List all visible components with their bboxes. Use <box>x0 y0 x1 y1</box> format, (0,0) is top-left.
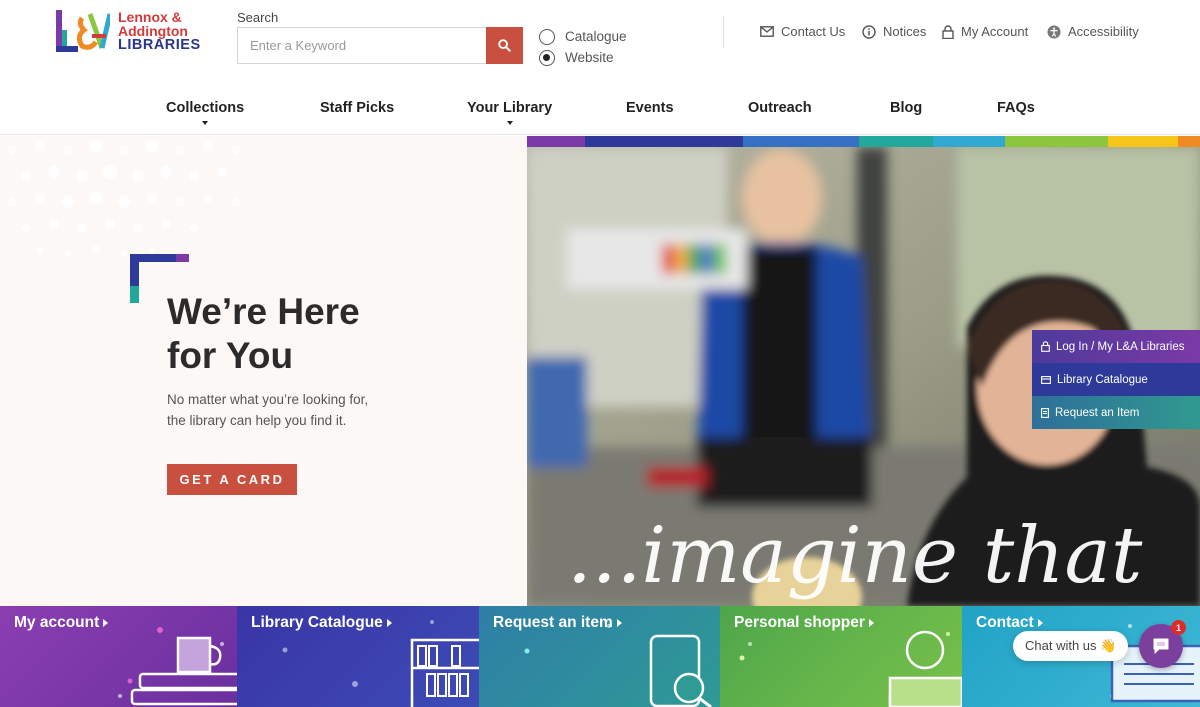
nav-faqs[interactable]: FAQs <box>997 100 1035 116</box>
hero-title: We’re Here for You <box>167 290 487 378</box>
arrow-right-icon <box>868 618 874 627</box>
site-logo[interactable]: Lennox & Addington LIBRARIES <box>56 10 201 53</box>
logo-wordmark: Lennox & Addington LIBRARIES <box>118 10 201 53</box>
nav-outreach[interactable]: Outreach <box>748 100 812 116</box>
dot-pattern-decoration <box>8 140 240 257</box>
nav-label: Staff Picks <box>320 100 395 116</box>
la-logo-mark-icon <box>56 10 110 53</box>
contact-us-link[interactable]: Contact Us <box>760 24 845 39</box>
tile-label: Request an item <box>493 614 622 632</box>
search-button[interactable] <box>486 27 523 64</box>
nav-label: FAQs <box>997 100 1035 116</box>
scope-option-website[interactable]: Website <box>539 47 627 68</box>
nav-your-library[interactable]: Your Library <box>467 100 553 125</box>
chat-unread-badge: 1 <box>1171 620 1186 635</box>
mail-icon <box>760 26 774 37</box>
logo-line-2: Addington <box>118 23 188 39</box>
lock-icon <box>1041 341 1050 352</box>
header-divider <box>723 16 724 48</box>
tile-label-text: Request an item <box>493 614 613 631</box>
nav-label: Outreach <box>748 100 812 116</box>
logo-line-1: Lennox & <box>118 9 182 25</box>
tile-label: Personal shopper <box>734 614 874 632</box>
nav-staff-picks[interactable]: Staff Picks <box>320 100 394 116</box>
brand-color-strip <box>527 136 1200 147</box>
side-item-login[interactable]: Log In / My L&A Libraries <box>1032 330 1200 363</box>
tile-label: Contact <box>976 614 1043 632</box>
nav-label: Collections <box>166 100 245 116</box>
get-a-card-button[interactable]: GET A CARD <box>167 464 297 495</box>
nav-blog[interactable]: Blog <box>890 100 922 116</box>
scope-label-catalogue: Catalogue <box>565 29 627 44</box>
nav-collections[interactable]: Collections <box>166 100 245 125</box>
accessibility-label: Accessibility <box>1068 24 1139 39</box>
radio-website[interactable] <box>539 49 555 66</box>
search-icon <box>498 39 511 52</box>
side-item-label: Request an Item <box>1055 406 1140 419</box>
hero-subtitle: No matter what you’re looking for, the l… <box>167 389 417 431</box>
side-item-label: Log In / My L&A Libraries <box>1056 340 1185 353</box>
hero-subtitle-line-2: the library can help you find it. <box>167 413 347 428</box>
hero-subtitle-line-1: No matter what you’re looking for, <box>167 392 369 407</box>
scope-label-website: Website <box>565 50 614 65</box>
side-item-label: Library Catalogue <box>1057 373 1148 386</box>
tile-label-text: Contact <box>976 614 1034 631</box>
hero-title-line-2: for You <box>167 335 294 376</box>
my-account-link[interactable]: My Account <box>942 24 1028 39</box>
main-nav: Collections Staff Picks Your Library Eve… <box>0 100 1200 125</box>
hero-title-line-1: We’re Here <box>167 291 360 332</box>
arrow-right-icon <box>103 618 109 627</box>
document-icon <box>1041 407 1049 418</box>
contact-us-label: Contact Us <box>781 24 846 39</box>
tile-request-an-item[interactable]: Request an item <box>479 606 720 707</box>
arrow-right-icon <box>616 618 622 627</box>
side-item-catalogue[interactable]: Library Catalogue <box>1032 363 1200 396</box>
site-header: Lennox & Addington LIBRARIES Search Cata… <box>0 0 1200 135</box>
tile-label-text: My account <box>14 614 100 631</box>
accessibility-link[interactable]: Accessibility <box>1047 24 1139 39</box>
tile-label-text: Personal shopper <box>734 614 865 631</box>
notices-label: Notices <box>883 24 927 39</box>
tile-label: Library Catalogue <box>251 614 392 632</box>
nav-label: Your Library <box>467 100 553 116</box>
nav-label: Blog <box>890 100 923 116</box>
side-item-request[interactable]: Request an Item <box>1032 396 1200 429</box>
lock-icon <box>942 24 954 39</box>
scope-option-catalogue[interactable]: Catalogue <box>539 26 627 47</box>
quick-links-menu: Log In / My L&A Libraries Library Catalo… <box>1032 330 1200 429</box>
accessibility-icon <box>1047 25 1061 38</box>
nav-label: Events <box>626 100 674 116</box>
tile-my-account[interactable]: My account <box>0 606 237 707</box>
tile-personal-shopper[interactable]: Personal shopper <box>720 606 962 707</box>
search-input[interactable] <box>237 27 487 64</box>
info-icon <box>862 24 876 39</box>
tile-label-text: Library Catalogue <box>251 614 383 631</box>
nav-events[interactable]: Events <box>626 100 674 116</box>
arrow-right-icon <box>386 618 392 627</box>
search-label: Search <box>237 10 279 25</box>
radio-catalogue[interactable] <box>539 28 555 45</box>
arrow-right-icon <box>1037 618 1043 627</box>
tile-library-catalogue[interactable]: Library Catalogue <box>237 606 479 707</box>
my-account-label: My Account <box>961 24 1029 39</box>
chevron-down-icon <box>202 121 209 125</box>
chat-icon <box>1153 638 1169 654</box>
chevron-down-icon <box>506 121 513 125</box>
search-scope-group: Catalogue Website <box>539 26 627 68</box>
notices-link[interactable]: Notices <box>862 24 926 39</box>
hero-panel: We’re Here for You No matter what you’re… <box>0 136 527 606</box>
card-icon <box>1041 375 1051 384</box>
imagine-that-overlay: ...imagine that <box>567 511 1143 601</box>
tile-label: My account <box>14 614 109 632</box>
logo-line-3: LIBRARIES <box>118 37 201 53</box>
chat-prompt-bubble[interactable]: Chat with us 👋 <box>1013 631 1129 661</box>
